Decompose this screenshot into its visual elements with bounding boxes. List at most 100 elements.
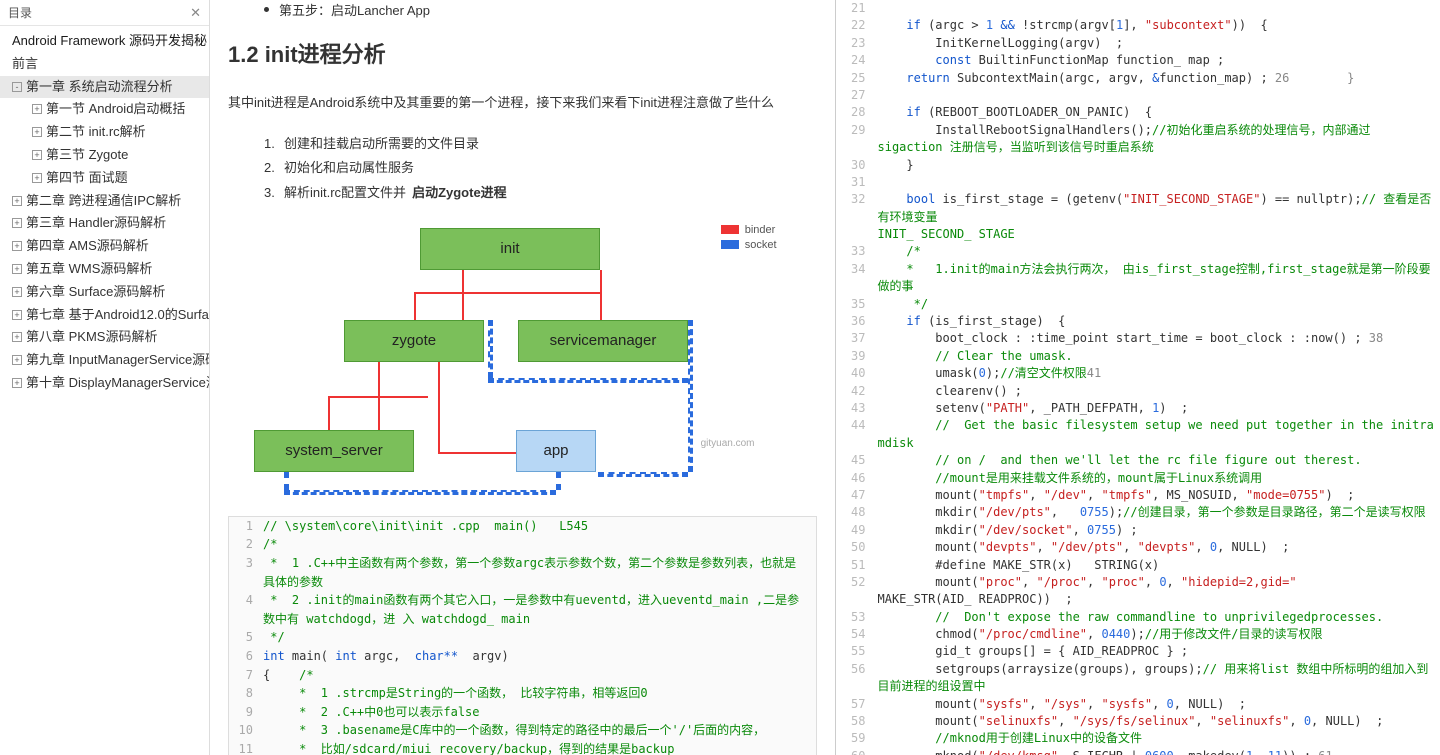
toc-tree: Android Framework 源码开发揭秘前言-第一章 系统启动流程分析+… <box>0 26 209 399</box>
expand-icon[interactable]: + <box>12 378 22 388</box>
code-line: 50 mount("devpts", "/dev/pts", "devpts",… <box>846 539 1435 556</box>
code-line: 39 // Clear the umask. <box>846 348 1435 365</box>
code-line: 57 mount("sysfs", "/sys", "sysfs", 0, NU… <box>846 696 1435 713</box>
code-line: 7{ /* <box>229 666 816 685</box>
box-app: app <box>516 430 596 472</box>
toc-item[interactable]: +第四节 面试题 <box>0 167 209 190</box>
expand-icon[interactable]: + <box>12 218 22 228</box>
code-line: 47 mount("tmpfs", "/dev", "tmpfs", MS_NO… <box>846 487 1435 504</box>
expand-icon[interactable]: + <box>12 310 22 320</box>
code-line: 42 clearenv() ; <box>846 383 1435 400</box>
expand-icon[interactable]: + <box>32 104 42 114</box>
code-line: 28 if (REBOOT_BOOTLOADER_ON_PANIC) { <box>846 104 1435 121</box>
code-line: 4 * 2 .init的main函数有两个其它入口，一是参数中有ueventd，… <box>229 591 816 628</box>
expand-icon[interactable]: + <box>32 173 42 183</box>
code-line: 45 // on / and then we'll let the rc fil… <box>846 452 1435 469</box>
code-line: 8 * 1 .strcmp是String的一个函数， 比较字符串，相等返回0 <box>229 684 816 703</box>
watermark: gityuan.com <box>701 438 755 449</box>
toc-item[interactable]: -第一章 系统启动流程分析 <box>0 76 209 99</box>
code-line: 27 <box>846 87 1435 104</box>
toc-item[interactable]: + 第八章 PKMS源码解析 <box>0 326 209 349</box>
box-servicemanager: servicemanager <box>518 320 688 362</box>
code-line: 60 mknod("/dev/kmsg", S_IFCHR | 0600, ma… <box>846 748 1435 755</box>
code-line: 34 * 1.init的main方法会执行两次， 由is_first_stage… <box>846 261 1435 296</box>
toc-label: 第七章 基于Android12.0的SurfaceFlinger源 <box>26 307 210 322</box>
code-line: 21 <box>846 0 1435 17</box>
toc-item[interactable]: + 第三章 Handler源码解析 <box>0 212 209 235</box>
code-line: 31 <box>846 174 1435 191</box>
code-line: 53 // Don't expose the raw commandline t… <box>846 609 1435 626</box>
code-line: 58 mount("selinuxfs", "/sys/fs/selinux",… <box>846 713 1435 730</box>
code-line: 52 mount("proc", "/proc", "proc", 0, "hi… <box>846 574 1435 591</box>
code-line: 35 */ <box>846 296 1435 313</box>
code-line: 30 } <box>846 157 1435 174</box>
sidebar-title: 目录 <box>8 4 32 21</box>
box-init: init <box>420 228 600 270</box>
expand-icon[interactable]: + <box>12 287 22 297</box>
expand-icon[interactable]: + <box>12 196 22 206</box>
collapse-icon[interactable]: - <box>12 82 22 92</box>
code-line: 56 setgroups(arraysize(groups), groups);… <box>846 661 1435 696</box>
toc-label: 第一章 系统启动流程分析 <box>26 79 173 94</box>
toc-item[interactable]: + 第九章 InputManagerService源码解析 <box>0 349 209 372</box>
toc-label: 第三章 Handler源码解析 <box>26 215 166 230</box>
toc-item[interactable]: + 第四章 AMS源码解析 <box>0 235 209 258</box>
code-line: 10 * 3 .basename是C库中的一个函数，得到特定的路径中的最后一个'… <box>229 721 816 740</box>
box-zygote: zygote <box>344 320 484 362</box>
toc-label: 第一节 Android启动概括 <box>46 101 185 116</box>
toc-item[interactable]: + 第六章 Surface源码解析 <box>0 281 209 304</box>
expand-icon[interactable]: + <box>12 332 22 342</box>
ordered-list: 1.创建和挂载启动所需要的文件目录2.初始化和启动属性服务3.解析init.rc… <box>264 132 817 206</box>
content-left: 第五步：启动Lancher App 1.2 init进程分析 其中init进程是… <box>210 0 836 755</box>
code-line: 5 */ <box>229 628 816 647</box>
code-line: 46 //mount是用来挂载文件系统的，mount属于Linux系统调用 <box>846 470 1435 487</box>
close-icon[interactable]: ✕ <box>190 5 201 21</box>
expand-icon[interactable]: + <box>32 150 42 160</box>
toc-item[interactable]: +第三节 Zygote <box>0 144 209 167</box>
toc-label: 第四章 AMS源码解析 <box>26 238 149 253</box>
toc-item[interactable]: + 第二节 init.rc解析 <box>0 121 209 144</box>
code-line: 59 //mknod用于创建Linux中的设备文件 <box>846 730 1435 747</box>
code-line: 24 const BuiltinFunctionMap function_ ma… <box>846 52 1435 69</box>
toc-item[interactable]: + 第二章 跨进程通信IPC解析 <box>0 190 209 213</box>
toc-item[interactable]: + 第一节 Android启动概括 <box>0 98 209 121</box>
toc-label: 第二章 跨进程通信IPC解析 <box>26 193 181 208</box>
content-right: 2122 if (argc > 1 && !strcmp(argv[1], "s… <box>836 0 1440 755</box>
toc-item[interactable]: + 第十章 DisplayManagerService源码解析 <box>0 372 209 395</box>
expand-icon[interactable]: + <box>12 355 22 365</box>
box-system-server: system_server <box>254 430 414 472</box>
toc-label: 第二节 init.rc解析 <box>46 124 146 139</box>
toc-label: 第十章 DisplayManagerService源码解析 <box>26 375 210 390</box>
toc-item[interactable]: Android Framework 源码开发揭秘 <box>0 30 209 53</box>
code-line: 29 InstallRebootSignalHandlers();//初始化重启… <box>846 122 1435 139</box>
toc-item[interactable]: + 第五章 WMS源码解析 <box>0 258 209 281</box>
toc-label: 第五章 WMS源码解析 <box>26 261 152 276</box>
code-line: 36 if (is_first_stage) { <box>846 313 1435 330</box>
toc-label: 第六章 Surface源码解析 <box>26 284 165 299</box>
code-line: 48 mkdir("/dev/pts", 0755);//创建目录，第一个参数是… <box>846 504 1435 521</box>
toc-label: 第八章 PKMS源码解析 <box>26 329 157 344</box>
code-line: 55 gid_t groups[] = { AID_READPROC } ; <box>846 643 1435 660</box>
toc-item[interactable]: + 第七章 基于Android12.0的SurfaceFlinger源 <box>0 304 209 327</box>
code-line: INIT_ SECOND_ STAGE <box>846 226 1435 243</box>
toc-label: 第九章 InputManagerService源码解析 <box>26 352 210 367</box>
code-line: 23 InitKernelLogging(argv) ; <box>846 35 1435 52</box>
code-line: 33 /* <box>846 243 1435 260</box>
code-line: 32 bool is_first_stage = (getenv("INIT_S… <box>846 191 1435 226</box>
expand-icon[interactable]: + <box>32 127 42 137</box>
init-diagram: binder socket init zygote servicemanager… <box>228 220 817 500</box>
code-line: sigaction 注册信号，当监听到该信号时重启系统 <box>846 139 1435 156</box>
code-line: 37 boot_clock : :time_point start_time =… <box>846 330 1435 347</box>
code-line: 11 * 比如/sdcard/miui_recovery/backup，得到的结… <box>229 740 816 755</box>
toc-item[interactable]: 前言 <box>0 53 209 76</box>
code-line: 25 return SubcontextMain(argc, argv, &fu… <box>846 70 1435 87</box>
intro-paragraph: 其中init进程是Android系统中及其重要的第一个进程，接下来我们来看下in… <box>228 91 817 116</box>
expand-icon[interactable]: + <box>12 264 22 274</box>
expand-icon[interactable]: + <box>12 241 22 251</box>
list-item: 3.解析init.rc配置文件并启动Zygote进程 <box>264 181 817 206</box>
code-line: MAKE_STR(AID_ READPROC)) ; <box>846 591 1435 608</box>
code-line: 9 * 2 .C++中0也可以表示false <box>229 703 816 722</box>
code-line: 22 if (argc > 1 && !strcmp(argv[1], "sub… <box>846 17 1435 34</box>
code-line: 43 setenv("PATH", _PATH_DEFPATH, 1) ; <box>846 400 1435 417</box>
code-line: 40 umask(0);//清空文件权限41 <box>846 365 1435 382</box>
